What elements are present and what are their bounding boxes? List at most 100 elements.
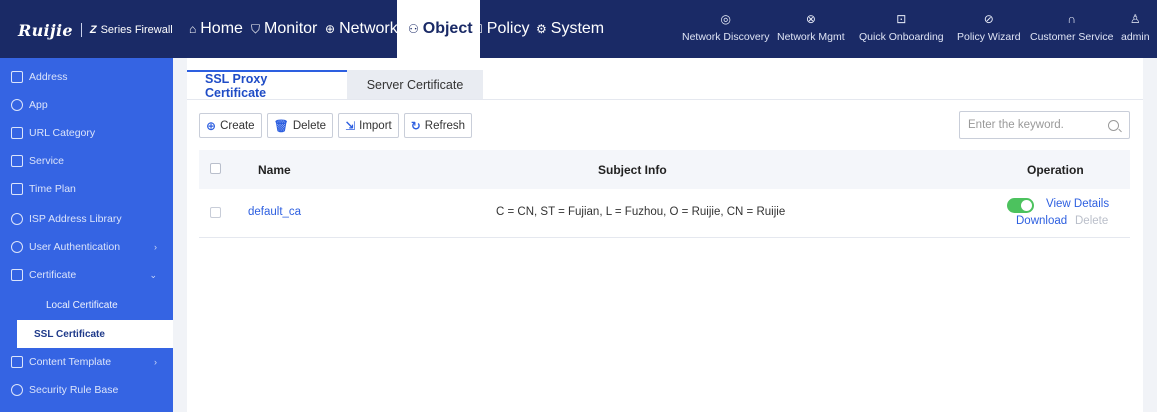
delete-button[interactable]: 🗑 Delete [266, 113, 334, 138]
delete-link-disabled: Delete [1075, 215, 1109, 227]
sidebar-item-isp-address-library[interactable]: ISP Address Library [0, 205, 173, 233]
nav-monitor[interactable]: ⛉ Monitor [251, 0, 317, 58]
series-prefix: Z [89, 24, 97, 36]
tab-label: SSL Proxy Certificate [205, 71, 268, 100]
tool-quick-onboarding[interactable]: ⊡ Quick Onboarding [859, 12, 944, 43]
column-header-subject-info: Subject Info [598, 163, 667, 177]
column-header-operation: Operation [1027, 163, 1084, 177]
sidebar-item-address[interactable]: Address [0, 63, 173, 91]
sidebar-subitem-label: Local Certificate [46, 299, 118, 311]
sidebar-item-security-rule-base[interactable]: Security Rule Base [0, 376, 173, 404]
tool-admin[interactable]: ♙ admin [1121, 12, 1150, 43]
search-icon[interactable] [1108, 119, 1119, 131]
tool-network-discovery[interactable]: ◎ Network Discovery [682, 12, 770, 43]
enable-toggle[interactable] [1007, 198, 1034, 213]
certificate-name-link[interactable]: default_ca [248, 206, 301, 218]
tab-divider [187, 99, 1143, 100]
nav-policy-label: Policy [486, 20, 530, 37]
search-input[interactable] [968, 119, 1108, 131]
tool-customer-service[interactable]: ∩ Customer Service [1030, 12, 1113, 43]
sidebar-item-label: Address [29, 71, 68, 83]
view-details-link[interactable]: View Details [1046, 198, 1109, 210]
sidebar-subitem-ssl-certificate[interactable]: SSL Certificate [17, 320, 173, 348]
onboarding-icon: ⊡ [896, 12, 907, 26]
trash-icon: 🗑 [273, 118, 289, 133]
tool-policy-wizard[interactable]: ⊘ Policy Wizard [957, 12, 1021, 43]
sidebar-item-app[interactable]: App [0, 91, 173, 119]
calendar-icon [11, 183, 23, 195]
nav-monitor-label: Monitor [264, 20, 318, 37]
tool-policy-wizard-label: Policy Wizard [957, 31, 1021, 43]
sidebar-item-label: Certificate [29, 269, 77, 281]
sidebar-item-user-authentication[interactable]: User Authentication › [0, 233, 173, 261]
select-all-checkbox[interactable] [210, 163, 221, 174]
network-mgmt-icon: ⊗ [805, 12, 816, 26]
sidebar-subitem-label: SSL Certificate [34, 328, 105, 340]
sidebar-item-url-category[interactable]: URL Category [0, 119, 173, 147]
import-button[interactable]: ⇲ Import [338, 113, 399, 138]
headset-icon: ∩ [1067, 12, 1077, 26]
tab-server-certificate[interactable]: Server Certificate [347, 70, 483, 99]
tool-network-discovery-label: Network Discovery [682, 31, 770, 43]
policy-icon: ☑ [472, 22, 483, 36]
sidebar-item-time-plan[interactable]: Time Plan [0, 175, 173, 203]
sidebar-item-label: Security Rule Base [29, 384, 119, 396]
nav-network[interactable]: ⊕ Network [325, 0, 398, 58]
nav-system[interactable]: ⚙ System [536, 0, 604, 58]
sidebar-item-content-template[interactable]: Content Template › [0, 348, 173, 376]
series-name: Series Firewall [100, 24, 173, 36]
subject-info: C = CN, ST = Fujian, L = Fuzhou, O = Rui… [496, 206, 786, 218]
toolbar: ⊕ Create 🗑 Delete ⇲ Import ↻ Refresh [199, 113, 473, 138]
nav-system-label: System [550, 20, 605, 37]
content-panel: SSL Proxy Certificate Server Certificate… [187, 58, 1143, 412]
sidebar-item-certificate[interactable]: Certificate ⌄ [0, 261, 173, 289]
nav-object[interactable]: ⚇ Object [397, 0, 480, 58]
create-button-label: Create [220, 119, 255, 132]
tab-ssl-proxy-certificate[interactable]: SSL Proxy Certificate [187, 70, 347, 100]
globe-icon: ⊕ [325, 22, 336, 36]
app-icon [11, 99, 23, 111]
home-icon: ⌂ [189, 22, 197, 36]
delete-button-label: Delete [292, 119, 327, 132]
product-series: Z Series Firewall [90, 24, 173, 36]
address-icon [11, 71, 23, 83]
sidebar-item-label: App [29, 99, 48, 111]
security-rule-icon [11, 384, 23, 396]
url-category-icon [11, 127, 23, 139]
ruijie-logo: Ruijie [18, 20, 73, 40]
tool-quick-onboarding-label: Quick Onboarding [859, 31, 944, 43]
nav-home[interactable]: ⌂ Home [189, 0, 243, 58]
sidebar-item-service[interactable]: Service [0, 147, 173, 175]
row-checkbox[interactable] [210, 207, 221, 218]
sidebar-item-label: Content Template [29, 356, 112, 368]
plus-circle-icon: ⊕ [206, 118, 217, 133]
chevron-right-icon: › [154, 357, 157, 367]
download-link[interactable]: Download [1016, 215, 1067, 227]
certificate-icon [11, 269, 23, 281]
nav-policy[interactable]: ☑ Policy [472, 0, 529, 58]
refresh-button[interactable]: ↻ Refresh [403, 113, 473, 138]
service-icon [11, 155, 23, 167]
user-auth-icon [11, 241, 23, 253]
chevron-down-icon: ⌄ [149, 269, 157, 280]
nav-home-label: Home [200, 20, 243, 37]
nav-object-label: Object [422, 20, 473, 37]
tool-network-mgmt-label: Network Mgmt [777, 31, 845, 43]
search-box [959, 111, 1130, 139]
import-button-label: Import [359, 119, 392, 132]
create-button[interactable]: ⊕ Create [199, 113, 262, 138]
table-row: default_ca C = CN, ST = Fujian, L = Fuzh… [199, 189, 1130, 238]
import-icon: ⇲ [345, 118, 356, 133]
refresh-button-label: Refresh [424, 119, 466, 132]
sidebar-subitem-local-certificate[interactable]: Local Certificate [17, 291, 173, 319]
brand-divider [80, 23, 82, 37]
column-header-name[interactable]: Name [258, 163, 291, 177]
tab-bar: SSL Proxy Certificate Server Certificate [187, 70, 483, 100]
wifi-icon: ◎ [720, 12, 731, 26]
sidebar-item-label: User Authentication [29, 241, 121, 253]
tool-customer-service-label: Customer Service [1030, 31, 1114, 43]
top-bar: Ruijie Z Series Firewall ⌂ Home ⛉ Monito… [0, 0, 1157, 58]
tab-label: Server Certificate [366, 77, 464, 92]
tool-network-mgmt[interactable]: ⊗ Network Mgmt [777, 12, 845, 43]
sidebar-item-label: ISP Address Library [29, 213, 122, 225]
